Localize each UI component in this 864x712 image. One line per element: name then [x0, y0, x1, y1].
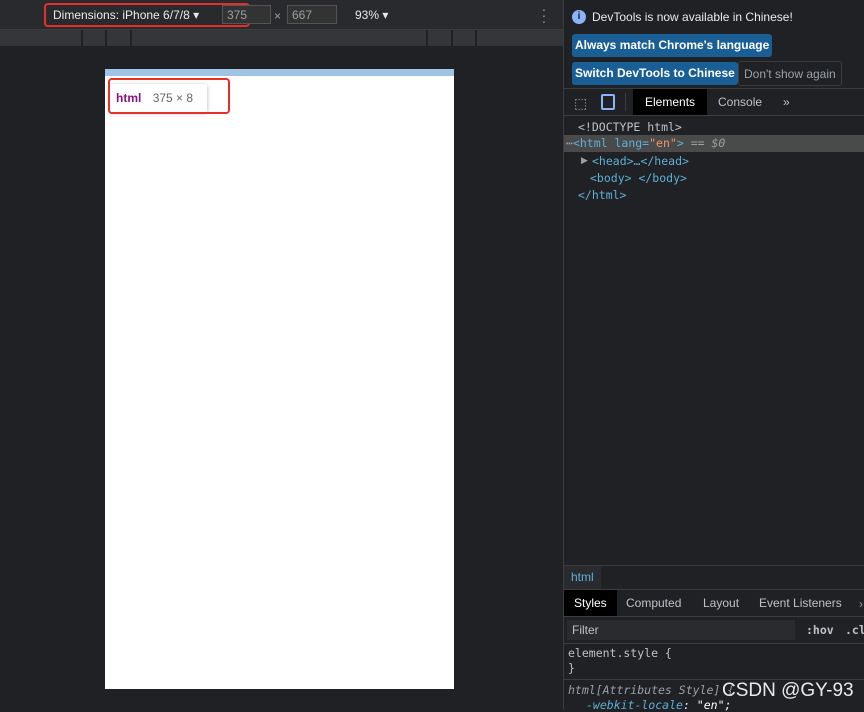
zoom-label: 93% [355, 8, 380, 22]
width-input[interactable]: 375 [222, 5, 271, 24]
tab-styles[interactable]: Styles [564, 590, 617, 616]
tab-computed[interactable]: Computed [616, 590, 691, 616]
selected-marker: == $0 [690, 136, 726, 150]
dom-head-node[interactable]: <head>…</head> [592, 154, 689, 168]
info-icon: i [572, 10, 586, 24]
dropdown-arrow-icon: ▾ [193, 8, 200, 22]
dom-doctype[interactable]: <!DOCTYPE html> [578, 120, 682, 134]
zoom-select[interactable]: 93% ▾ [355, 8, 388, 22]
lang-value: "en" [649, 136, 677, 150]
more-tabs-icon[interactable]: › [859, 597, 863, 611]
styles-filter-input[interactable]: Filter [567, 620, 795, 640]
html-open-tag: <html lang= [572, 136, 650, 150]
emulated-page [105, 69, 454, 689]
hov-button[interactable]: :hov [806, 623, 834, 637]
device-toolbar: Dimensions: iPhone 6/7/8 ▾ 375 × 667 93%… [0, 0, 563, 30]
inspect-element-icon[interactable]: ⬚ [574, 95, 587, 112]
breadcrumb-html[interactable]: html [564, 566, 601, 589]
dom-html-node-selected[interactable]: ⋯<html lang="en"> == $0 [564, 135, 864, 152]
tab-console[interactable]: Console [706, 89, 774, 115]
tab-elements[interactable]: Elements [633, 89, 708, 115]
css-property[interactable]: -webkit-locale [586, 698, 683, 712]
attributes-style-rule[interactable]: html[Attributes Style] { [568, 683, 734, 697]
dom-html-close[interactable]: </html> [578, 188, 626, 202]
device-label: Dimensions: iPhone 6/7/8 [53, 8, 190, 22]
infobar-message: DevTools is now available in Chinese! [592, 10, 793, 24]
always-match-language-button[interactable]: Always match Chrome's language [572, 34, 773, 57]
expand-triangle-icon[interactable]: ▶ [581, 155, 588, 166]
device-select[interactable]: Dimensions: iPhone 6/7/8 ▾ [53, 8, 199, 22]
watermark: CSDN @GY-93 [722, 680, 854, 701]
dont-show-again-button[interactable]: Don't show again [738, 61, 842, 86]
switch-to-chinese-button[interactable]: Switch DevTools to Chinese [572, 62, 738, 85]
media-query-bar[interactable] [0, 30, 563, 46]
dropdown-arrow-icon: ▾ [382, 8, 389, 22]
html-element-highlight [105, 69, 454, 76]
tab-event-listeners[interactable]: Event Listeners [749, 590, 852, 616]
element-style-rule[interactable]: element.style { [568, 646, 672, 660]
times-label: × [274, 9, 282, 23]
more-tabs-button[interactable]: » [771, 89, 802, 115]
device-viewport-pane: Dimensions: iPhone 6/7/8 ▾ 375 × 667 93%… [0, 0, 563, 709]
cls-button[interactable]: .cl [845, 623, 864, 637]
bracket: > [676, 136, 684, 150]
tab-layout[interactable]: Layout [693, 590, 749, 616]
more-vert-icon[interactable]: · · · [541, 2, 547, 28]
devtools-panel: i DevTools is now available in Chinese! … [563, 0, 864, 712]
rule-close: } [568, 661, 575, 675]
device-toggle-icon[interactable] [601, 94, 615, 110]
dom-body-node[interactable]: <body> </body> [590, 171, 687, 185]
highlight-box [108, 78, 230, 114]
height-input[interactable]: 667 [287, 5, 337, 24]
